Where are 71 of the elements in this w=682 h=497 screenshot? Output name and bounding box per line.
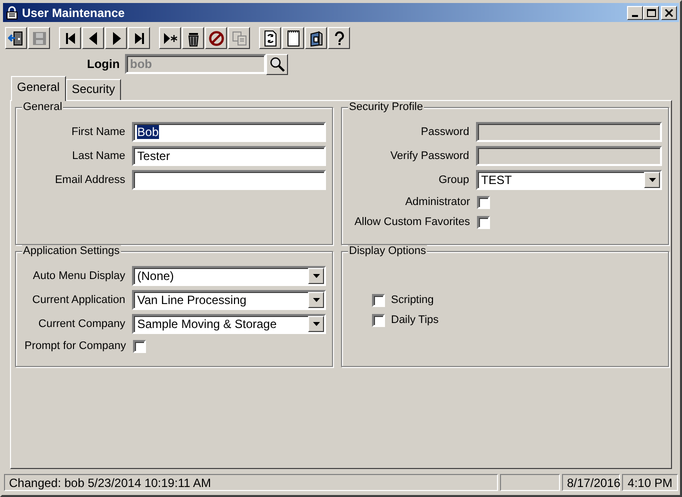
caret-icon	[648, 178, 656, 182]
caret-icon	[312, 298, 320, 302]
copy-icon	[230, 30, 248, 46]
toolbar-button[interactable]	[105, 27, 127, 49]
field-label: Group	[438, 174, 470, 186]
minimize-button[interactable]	[627, 6, 643, 20]
minimize-icon	[632, 14, 638, 16]
checkbox-label: Daily Tips	[391, 314, 439, 326]
field-label: Verify Password	[389, 150, 470, 162]
checkbox[interactable]	[133, 340, 146, 352]
door-icon	[8, 30, 24, 46]
search-button[interactable]	[266, 54, 288, 74]
caret-icon	[312, 322, 320, 326]
field-label: Password	[420, 126, 470, 138]
field-label: First Name	[70, 126, 126, 138]
toolbar-button[interactable]	[128, 27, 150, 49]
toolbar-button[interactable]	[182, 27, 204, 49]
checkbox[interactable]	[372, 314, 385, 326]
search-icon	[269, 56, 285, 72]
field-value: Tester	[137, 149, 170, 163]
field-label: Current Company	[37, 318, 126, 330]
input-field[interactable]: Tester	[132, 146, 326, 166]
field-label: Administrator	[404, 196, 470, 208]
tab[interactable]: Security	[66, 79, 122, 100]
tab[interactable]: General	[11, 76, 66, 101]
input-field[interactable]: Bob	[132, 122, 326, 142]
group-title: Application Settings	[22, 245, 121, 257]
toolbar-button[interactable]	[5, 27, 27, 49]
binder-icon	[308, 30, 324, 46]
close-icon	[665, 8, 673, 16]
refresh-page-icon	[262, 30, 278, 46]
status-date: 8/17/2016	[562, 474, 620, 491]
dropdown[interactable]: (None)	[132, 266, 326, 286]
dropdown[interactable]: Sample Moving & Storage	[132, 314, 326, 334]
group-title: Display Options	[348, 245, 428, 257]
checkbox[interactable]	[477, 216, 490, 228]
checkbox[interactable]	[372, 294, 385, 306]
field-label: Allow Custom Favorites	[353, 216, 470, 228]
status-message: Changed: bob 5/23/2014 10:19:11 AM	[4, 474, 498, 491]
toolbar-button[interactable]	[259, 27, 281, 49]
status-pane	[500, 474, 560, 491]
dropdown[interactable]: Van Line Processing	[132, 290, 326, 310]
field-label: Email Address	[54, 174, 126, 186]
login-label: Login	[87, 57, 121, 71]
field-value: Bob	[137, 125, 159, 139]
field-label: Auto Menu Display	[32, 270, 126, 282]
caret-icon	[312, 274, 320, 278]
field-label: Current Application	[31, 294, 126, 306]
group-title: Security Profile	[348, 101, 424, 113]
blank-page-icon	[284, 30, 302, 46]
toolbar-button[interactable]	[305, 27, 327, 49]
toolbar-button[interactable]	[59, 27, 81, 49]
status-time: 4:10 PM	[622, 474, 678, 491]
dropdown[interactable]: TEST	[476, 170, 662, 190]
checkbox-label: Scripting	[391, 294, 434, 306]
toolbar-button[interactable]	[282, 27, 304, 49]
group-title: General	[22, 101, 64, 113]
toolbar-button[interactable]	[205, 27, 227, 49]
field-label: Prompt for Company	[24, 340, 126, 352]
field-label: Last Name	[71, 150, 126, 162]
lock-icon	[6, 6, 18, 20]
toolbar-button[interactable]	[328, 27, 350, 49]
input-field[interactable]	[132, 170, 326, 190]
window-title: User Maintenance	[22, 6, 126, 20]
checkbox[interactable]	[477, 196, 490, 208]
no-sign-icon	[208, 30, 224, 46]
maximize-button[interactable]	[643, 6, 659, 20]
close-button[interactable]	[661, 6, 677, 20]
toolbar-button[interactable]	[159, 27, 181, 49]
toolbar-button[interactable]	[82, 27, 104, 49]
maximize-icon	[646, 8, 656, 16]
